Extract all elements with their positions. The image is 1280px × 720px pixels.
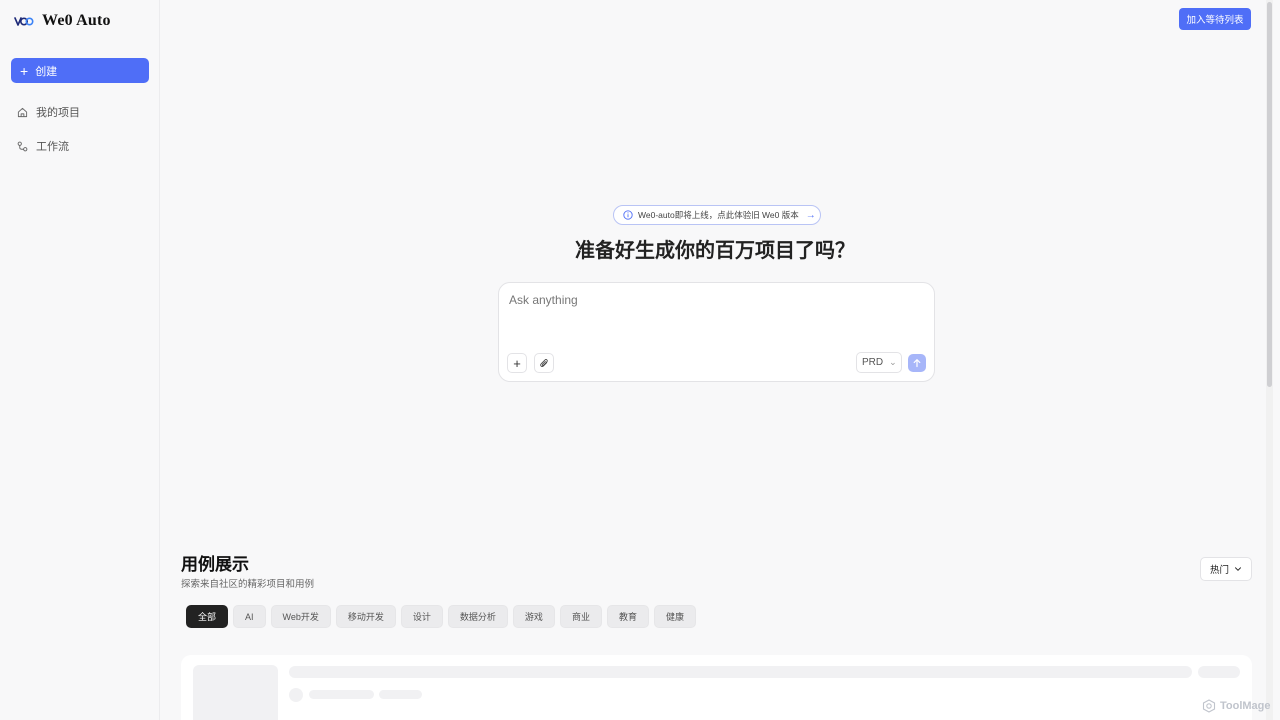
- watermark-text: ToolMage: [1220, 700, 1271, 712]
- chip-mobile-dev[interactable]: 移动开发: [335, 605, 396, 628]
- mode-select[interactable]: PRD ⌄: [856, 352, 902, 373]
- category-filter: 全部 AI Web开发 移动开发 设计 数据分析 游戏 商业 教育 健康: [186, 605, 696, 628]
- paperclip-icon: [539, 358, 548, 367]
- sort-select[interactable]: 热门: [1200, 557, 1252, 581]
- join-waitlist-button[interactable]: 加入等待列表: [1179, 8, 1251, 30]
- attach-button[interactable]: [534, 353, 554, 373]
- create-button[interactable]: + 创建: [11, 58, 149, 83]
- home-icon: [17, 107, 28, 117]
- chip-health[interactable]: 健康: [653, 605, 696, 628]
- chip-web-dev[interactable]: Web开发: [270, 605, 331, 628]
- announcement-pill[interactable]: We0-auto即将上线，点此体验旧 We0 版本 →: [613, 205, 821, 225]
- scrollbar-thumb[interactable]: [1267, 2, 1272, 387]
- watermark-logo-icon: [1202, 699, 1216, 713]
- add-button[interactable]: +: [507, 353, 527, 373]
- sidebar-item-workflow[interactable]: 工作流: [17, 138, 69, 154]
- skeleton-line: [289, 666, 1192, 678]
- chip-games[interactable]: 游戏: [512, 605, 555, 628]
- app-logo[interactable]: We0 Auto: [14, 11, 111, 31]
- showcase-title: 用例展示: [181, 555, 249, 574]
- chip-all[interactable]: 全部: [186, 605, 229, 628]
- skeleton-line: [379, 690, 422, 699]
- plus-icon: +: [20, 62, 29, 79]
- arrow-right-icon: →: [805, 209, 816, 221]
- logo-mark-icon: [14, 17, 34, 26]
- skeleton-line: [309, 690, 374, 699]
- scrollbar[interactable]: [1266, 0, 1273, 720]
- chevron-down-icon: ⌄: [889, 357, 897, 367]
- chip-data-analysis[interactable]: 数据分析: [447, 605, 508, 628]
- sort-select-value: 热门: [1209, 565, 1229, 576]
- info-icon: [623, 210, 633, 220]
- prompt-composer: + PRD ⌄: [498, 282, 935, 382]
- chevron-down-icon: [1235, 567, 1241, 571]
- workflow-icon: [17, 141, 28, 151]
- app-name: We0 Auto: [42, 12, 111, 29]
- mode-select-value: PRD: [862, 357, 884, 368]
- create-button-label: 创建: [35, 65, 58, 78]
- showcase-card-loading: [181, 655, 1252, 720]
- chip-business[interactable]: 商业: [559, 605, 602, 628]
- sidebar: We0 Auto + 创建 我的项目 工作流: [0, 0, 160, 720]
- skeleton-line: [1198, 666, 1240, 678]
- plus-icon: +: [513, 355, 521, 371]
- skeleton-dot: [289, 688, 303, 702]
- watermark: ToolMage: [1202, 699, 1271, 713]
- chip-design[interactable]: 设计: [400, 605, 443, 628]
- arrow-up-icon: [913, 359, 921, 368]
- send-button[interactable]: [908, 354, 926, 372]
- announcement-text: We0-auto即将上线，点此体验旧 We0 版本: [638, 210, 799, 220]
- sidebar-item-my-projects[interactable]: 我的项目: [17, 104, 80, 120]
- chip-ai[interactable]: AI: [233, 605, 266, 628]
- sidebar-item-label: 我的项目: [36, 107, 80, 119]
- showcase-subtitle: 探索来自社区的精彩项目和用例: [181, 579, 315, 590]
- skeleton-thumbnail: [193, 665, 278, 720]
- hero-headline: 准备好生成你的百万项目了吗？: [575, 240, 855, 262]
- chip-education[interactable]: 教育: [606, 605, 649, 628]
- sidebar-item-label: 工作流: [36, 141, 69, 153]
- prompt-input[interactable]: [509, 293, 924, 307]
